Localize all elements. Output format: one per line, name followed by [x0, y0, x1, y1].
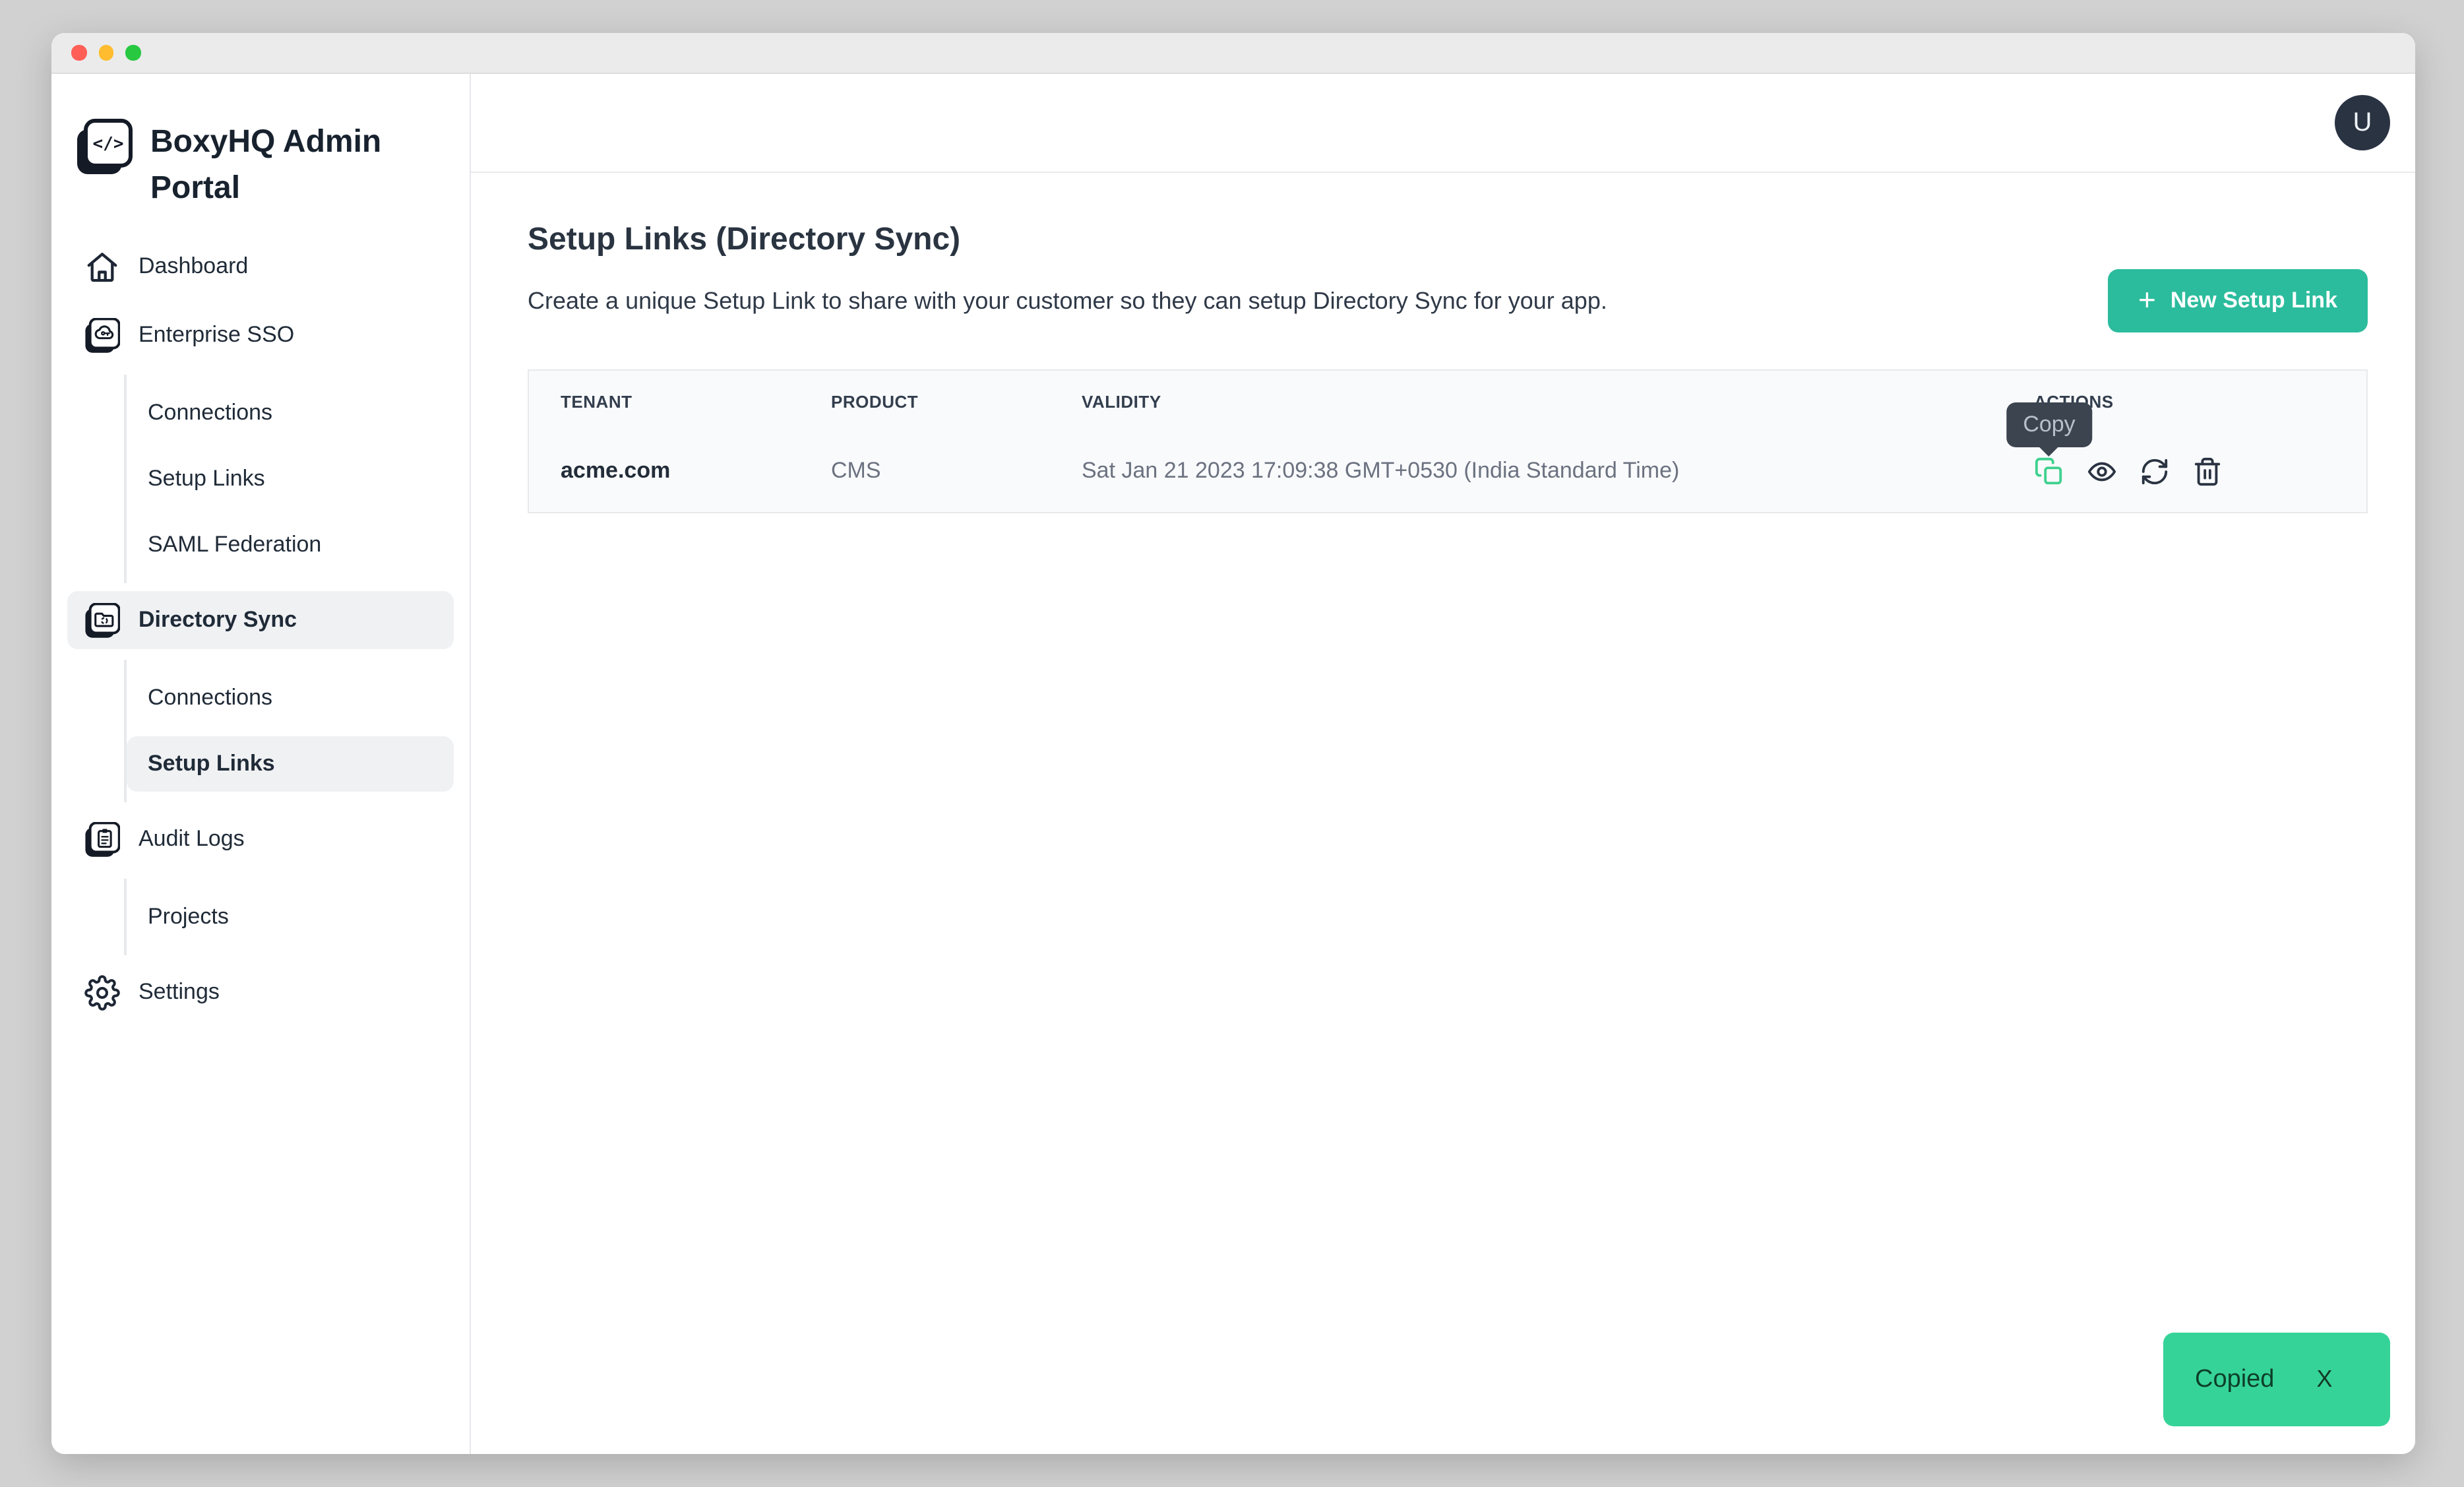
sidebar-subitem-label: Connections: [148, 685, 272, 711]
sidebar: </> BoxyHQ Admin Portal: [51, 74, 471, 1454]
sidebar-sublist-audit-logs: Projects: [124, 879, 454, 955]
sidebar-subitem-label: Setup Links: [148, 466, 265, 492]
new-setup-link-label: New Setup Link: [2171, 288, 2337, 314]
table-row: acme.com CMS Sat Jan 21 2023 17:09:38 GM…: [529, 430, 2366, 512]
brand-title: BoxyHQ Admin Portal: [150, 119, 390, 211]
tenant-cell: acme.com: [529, 458, 799, 484]
sidebar-item-directory-sync[interactable]: Directory Sync: [67, 591, 454, 649]
copy-tooltip: Copy: [2006, 402, 2092, 447]
sidebar-item-dsync-setup-links[interactable]: Setup Links: [127, 736, 454, 792]
sidebar-subitem-label: Projects: [148, 904, 229, 930]
main-area: U Setup Links (Directory Sync) Create a …: [471, 74, 2415, 1454]
setup-links-table: TENANT PRODUCT VALIDITY ACTIONS acme.com…: [528, 369, 2368, 513]
page-description: Create a unique Setup Link to share with…: [528, 287, 1607, 315]
stage: </> BoxyHQ Admin Portal: [0, 0, 2464, 1487]
window-body: </> BoxyHQ Admin Portal: [51, 74, 2415, 1454]
minimize-window-button[interactable]: [98, 46, 113, 61]
keycap-folder-sync-icon: [83, 602, 120, 638]
brand[interactable]: </> BoxyHQ Admin Portal: [67, 119, 454, 211]
page-subheader: Create a unique Setup Link to share with…: [528, 269, 2368, 332]
trash-icon: [2192, 456, 2223, 486]
toast-close-button[interactable]: X: [2316, 1366, 2332, 1393]
copy-action-button[interactable]: Copy: [2034, 456, 2064, 486]
plus-icon: +: [2138, 284, 2156, 315]
top-header: U: [471, 74, 2415, 173]
close-window-button[interactable]: [71, 46, 86, 61]
app-window: </> BoxyHQ Admin Portal: [51, 33, 2415, 1454]
refresh-icon: [2140, 456, 2170, 486]
boxyhq-logo-icon: </>: [75, 119, 133, 177]
page-title: Setup Links (Directory Sync): [528, 222, 2368, 259]
column-header-validity: VALIDITY: [1050, 392, 2034, 412]
sidebar-subitem-label: Setup Links: [148, 751, 275, 777]
sidebar-subitem-label: Connections: [148, 400, 272, 426]
sidebar-item-label: Settings: [139, 979, 220, 1005]
window-titlebar: [51, 33, 2415, 74]
sidebar-item-label: Audit Logs: [139, 826, 245, 852]
sidebar-sublist-enterprise-sso: Connections Setup Links SAML Federation: [124, 375, 454, 583]
sidebar-item-sso-connections[interactable]: Connections: [127, 385, 454, 441]
sidebar-item-label: Directory Sync: [139, 607, 297, 633]
sidebar-nav: Dashboard Enterprise SSO: [67, 237, 454, 1032]
svg-text:</>: </>: [93, 134, 124, 154]
sidebar-item-audit-projects[interactable]: Projects: [127, 889, 454, 945]
column-header-product: PRODUCT: [799, 392, 1050, 412]
sidebar-item-enterprise-sso[interactable]: Enterprise SSO: [67, 306, 454, 364]
actions-cell: Copy: [2034, 456, 2366, 486]
keycap-clipboard-icon: [83, 821, 120, 857]
new-setup-link-button[interactable]: + New Setup Link: [2108, 269, 2368, 332]
sidebar-item-sso-saml-federation[interactable]: SAML Federation: [127, 517, 454, 573]
sidebar-item-dsync-connections[interactable]: Connections: [127, 670, 454, 726]
eye-icon: [2087, 456, 2117, 486]
product-cell: CMS: [799, 458, 1050, 484]
sidebar-item-audit-logs[interactable]: Audit Logs: [67, 810, 454, 868]
sidebar-item-sso-setup-links[interactable]: Setup Links: [127, 451, 454, 507]
page-content: Setup Links (Directory Sync) Create a un…: [471, 173, 2415, 1454]
validity-cell: Sat Jan 21 2023 17:09:38 GMT+0530 (India…: [1050, 458, 2034, 484]
column-header-tenant: TENANT: [529, 392, 799, 412]
sidebar-subitem-label: SAML Federation: [148, 532, 321, 558]
maximize-window-button[interactable]: [125, 46, 140, 61]
toast-message: Copied: [2195, 1365, 2274, 1394]
sidebar-sublist-directory-sync: Connections Setup Links: [124, 660, 454, 802]
home-icon: [83, 249, 120, 284]
sidebar-item-label: Dashboard: [139, 253, 248, 280]
sidebar-item-label: Enterprise SSO: [139, 322, 294, 348]
view-action-button[interactable]: [2087, 456, 2117, 486]
gear-icon: [83, 974, 120, 1010]
sidebar-item-settings[interactable]: Settings: [67, 963, 454, 1021]
delete-action-button[interactable]: [2192, 456, 2223, 486]
user-avatar[interactable]: U: [2335, 95, 2390, 150]
keycap-cloud-key-icon: [83, 317, 120, 353]
sidebar-item-dashboard[interactable]: Dashboard: [67, 237, 454, 296]
regenerate-action-button[interactable]: [2140, 456, 2170, 486]
copied-toast: Copied X: [2163, 1333, 2390, 1426]
